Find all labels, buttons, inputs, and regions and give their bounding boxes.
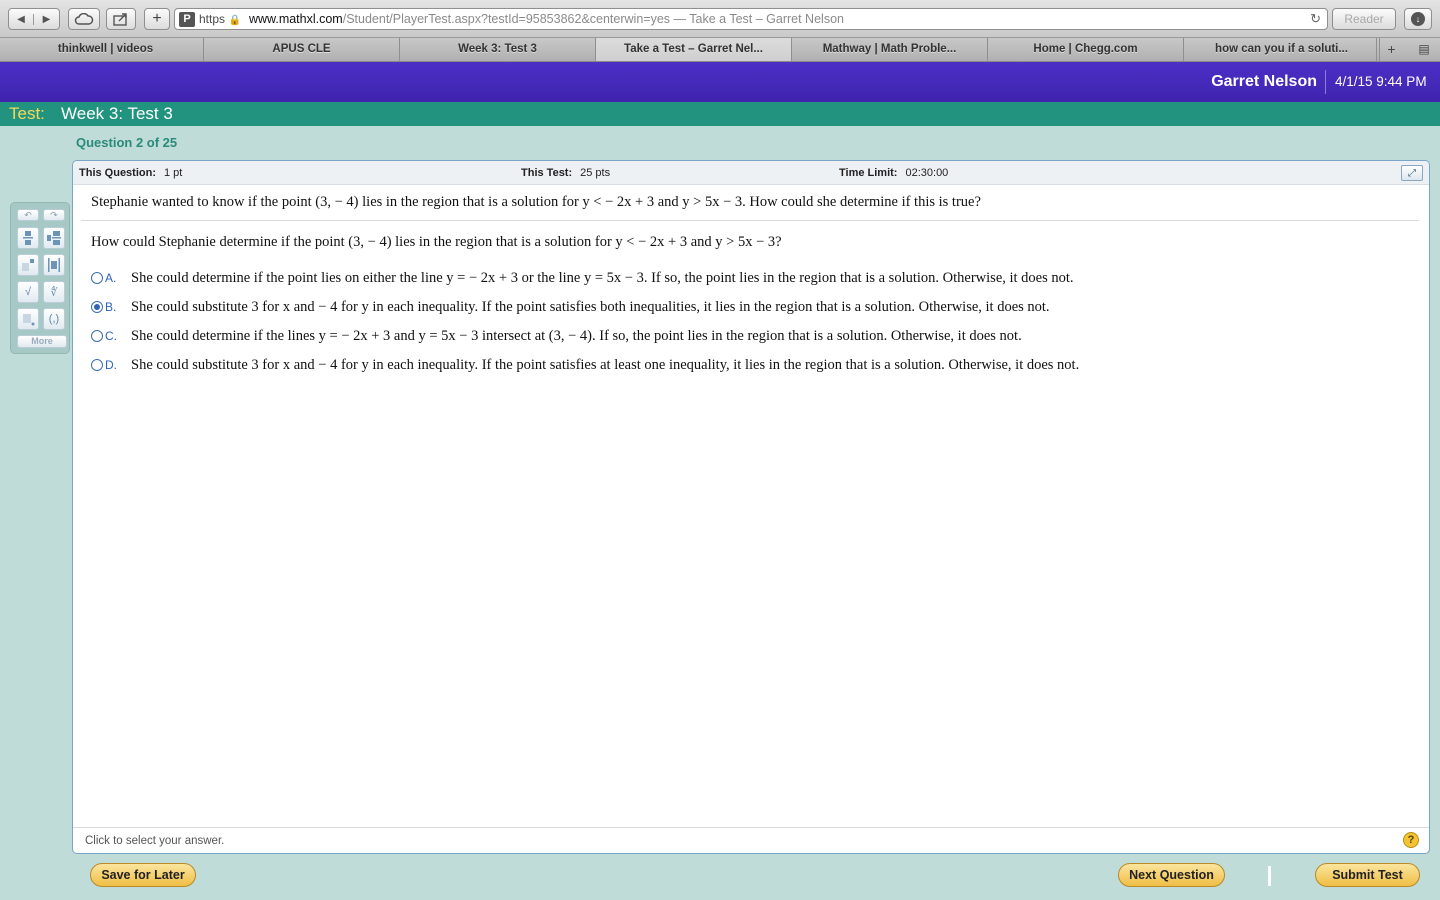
footer-hint: Click to select your answer. bbox=[85, 835, 225, 847]
redo-icon[interactable]: ↷ bbox=[43, 209, 65, 221]
next-question-button[interactable]: Next Question bbox=[1118, 863, 1225, 887]
nth-root-icon[interactable]: ∜ bbox=[43, 281, 65, 303]
exponent-icon[interactable] bbox=[17, 254, 39, 276]
question-divider bbox=[81, 220, 1419, 221]
date-time: 4/1/15 9:44 PM bbox=[1335, 74, 1427, 89]
this-question-label: This Question: bbox=[79, 167, 156, 179]
time-limit-info: Time Limit: 02:30:00 bbox=[839, 167, 948, 179]
option-text[interactable]: She could determine if the point lies on… bbox=[131, 270, 1074, 287]
tab-chegg[interactable]: Home | Chegg.com bbox=[988, 38, 1184, 61]
help-icon[interactable]: ? bbox=[1403, 832, 1419, 848]
question-prompt: How could Stephanie determine if the poi… bbox=[91, 234, 782, 250]
forward-arrow-icon[interactable]: ▶ bbox=[34, 14, 59, 25]
radio-b[interactable] bbox=[91, 301, 103, 313]
plus-icon: + bbox=[152, 10, 162, 27]
app-header: Garret Nelson 4/1/15 9:44 PM bbox=[0, 62, 1440, 102]
radio-a[interactable] bbox=[91, 272, 103, 284]
cloud-icon bbox=[74, 13, 94, 25]
downloads-button[interactable]: ↓ bbox=[1404, 8, 1432, 30]
header-divider bbox=[1325, 70, 1326, 94]
reader-button[interactable]: Reader bbox=[1332, 8, 1396, 30]
more-tools-button[interactable]: More bbox=[17, 335, 67, 348]
answer-option-b[interactable]: B. She could substitute 3 for x and − 4 … bbox=[91, 297, 1050, 317]
math-tools-palette: ↶ ↷ √ ∜ (,) More bbox=[10, 202, 70, 354]
tab-mathway[interactable]: Mathway | Math Proble... bbox=[792, 38, 988, 61]
tab-bar: thinkwell | videos APUS CLE Week 3: Test… bbox=[0, 38, 1440, 62]
option-letter: A. bbox=[105, 271, 117, 285]
ordered-pair-icon[interactable]: (,) bbox=[43, 308, 65, 330]
time-limit-value: 02:30:00 bbox=[905, 167, 949, 179]
option-letter: D. bbox=[105, 358, 117, 372]
this-test-value: 25 pts bbox=[580, 167, 611, 179]
answer-option-c[interactable]: C. She could determine if the lines y = … bbox=[91, 326, 1022, 346]
reload-icon[interactable]: ↻ bbox=[1310, 9, 1321, 29]
tab-thinkwell[interactable]: thinkwell | videos bbox=[8, 38, 204, 61]
test-name: Week 3: Test 3 bbox=[61, 104, 173, 123]
option-text[interactable]: She could determine if the lines y = − 2… bbox=[131, 328, 1022, 345]
answer-option-d[interactable]: D. She could substitute 3 for x and − 4 … bbox=[91, 355, 1079, 375]
submit-test-button[interactable]: Submit Test bbox=[1315, 863, 1420, 887]
undo-icon[interactable]: ↶ bbox=[17, 209, 39, 221]
url-path: /Student/PlayerTest.aspx?testId=95853862… bbox=[342, 12, 671, 26]
save-for-later-button[interactable]: Save for Later bbox=[90, 863, 196, 887]
tab-week3-test[interactable]: Week 3: Test 3 bbox=[400, 38, 596, 61]
mixed-number-icon[interactable] bbox=[43, 227, 65, 249]
add-tab-icon[interactable]: + bbox=[1376, 38, 1406, 61]
tab-take-a-test[interactable]: Take a Test – Garret Nel... bbox=[596, 38, 792, 61]
this-test-label: This Test: bbox=[521, 167, 573, 179]
back-forward-buttons[interactable]: ◀ ▶ bbox=[8, 8, 60, 30]
browser-toolbar: ◀ ▶ + Phttps 🔒 www.mathxl.com/Student/Pla… bbox=[0, 0, 1440, 38]
this-question-value: 1 pt bbox=[164, 167, 183, 179]
absolute-value-icon[interactable] bbox=[43, 254, 65, 276]
password-manager-icon: P bbox=[179, 12, 195, 28]
this-test-info: This Test: 25 pts bbox=[521, 167, 610, 179]
share-icon bbox=[113, 13, 127, 26]
decimal-icon[interactable] bbox=[17, 308, 39, 330]
tab-overview-icon[interactable]: ▤ bbox=[1408, 38, 1440, 61]
button-separator bbox=[1268, 866, 1271, 886]
test-prefix: Test: bbox=[9, 104, 45, 123]
radio-d[interactable] bbox=[91, 359, 103, 371]
tab-apus[interactable]: APUS CLE bbox=[204, 38, 400, 61]
question-statement: Stephanie wanted to know if the point (3… bbox=[91, 194, 981, 210]
new-tab-button[interactable]: + bbox=[144, 8, 170, 30]
info-bar: This Question: 1 pt This Test: 25 pts Time… bbox=[73, 161, 1429, 185]
page-title: — Take a Test – Garret Nelson bbox=[673, 12, 844, 26]
cloud-tabs-button[interactable] bbox=[68, 8, 100, 30]
time-limit-label: Time Limit: bbox=[839, 167, 898, 179]
answer-option-a[interactable]: A. She could determine if the point lies… bbox=[91, 268, 1074, 288]
address-bar[interactable]: Phttps 🔒 www.mathxl.com/Student/PlayerTes… bbox=[174, 8, 1328, 30]
expand-icon[interactable]: ⤢ bbox=[1401, 165, 1423, 181]
option-letter: B. bbox=[105, 300, 117, 314]
option-letter: C. bbox=[105, 329, 117, 343]
this-question-info: This Question: 1 pt bbox=[79, 167, 182, 179]
radio-c[interactable] bbox=[91, 330, 103, 342]
url-host: www.mathxl.com bbox=[248, 12, 343, 26]
back-arrow-icon[interactable]: ◀ bbox=[9, 13, 34, 25]
fraction-icon[interactable] bbox=[17, 227, 39, 249]
option-text[interactable]: She could substitute 3 for x and − 4 for… bbox=[131, 299, 1050, 316]
square-root-icon[interactable]: √ bbox=[17, 281, 39, 303]
url-scheme: https bbox=[199, 12, 226, 26]
question-count: Question 2 of 25 bbox=[76, 135, 178, 150]
share-button[interactable] bbox=[106, 8, 136, 30]
panel-footer: Click to select your answer. ? bbox=[73, 827, 1429, 853]
option-text[interactable]: She could substitute 3 for x and − 4 for… bbox=[131, 357, 1079, 374]
user-name: Garret Nelson bbox=[1211, 73, 1317, 90]
test-title-bar: Test: Week 3: Test 3 bbox=[0, 102, 1440, 126]
question-panel: This Question: 1 pt This Test: 25 pts Time… bbox=[72, 160, 1430, 854]
lock-icon: 🔒 bbox=[228, 15, 241, 26]
download-icon: ↓ bbox=[1411, 12, 1425, 26]
tab-search[interactable]: how can you if a soluti... bbox=[1184, 38, 1380, 61]
